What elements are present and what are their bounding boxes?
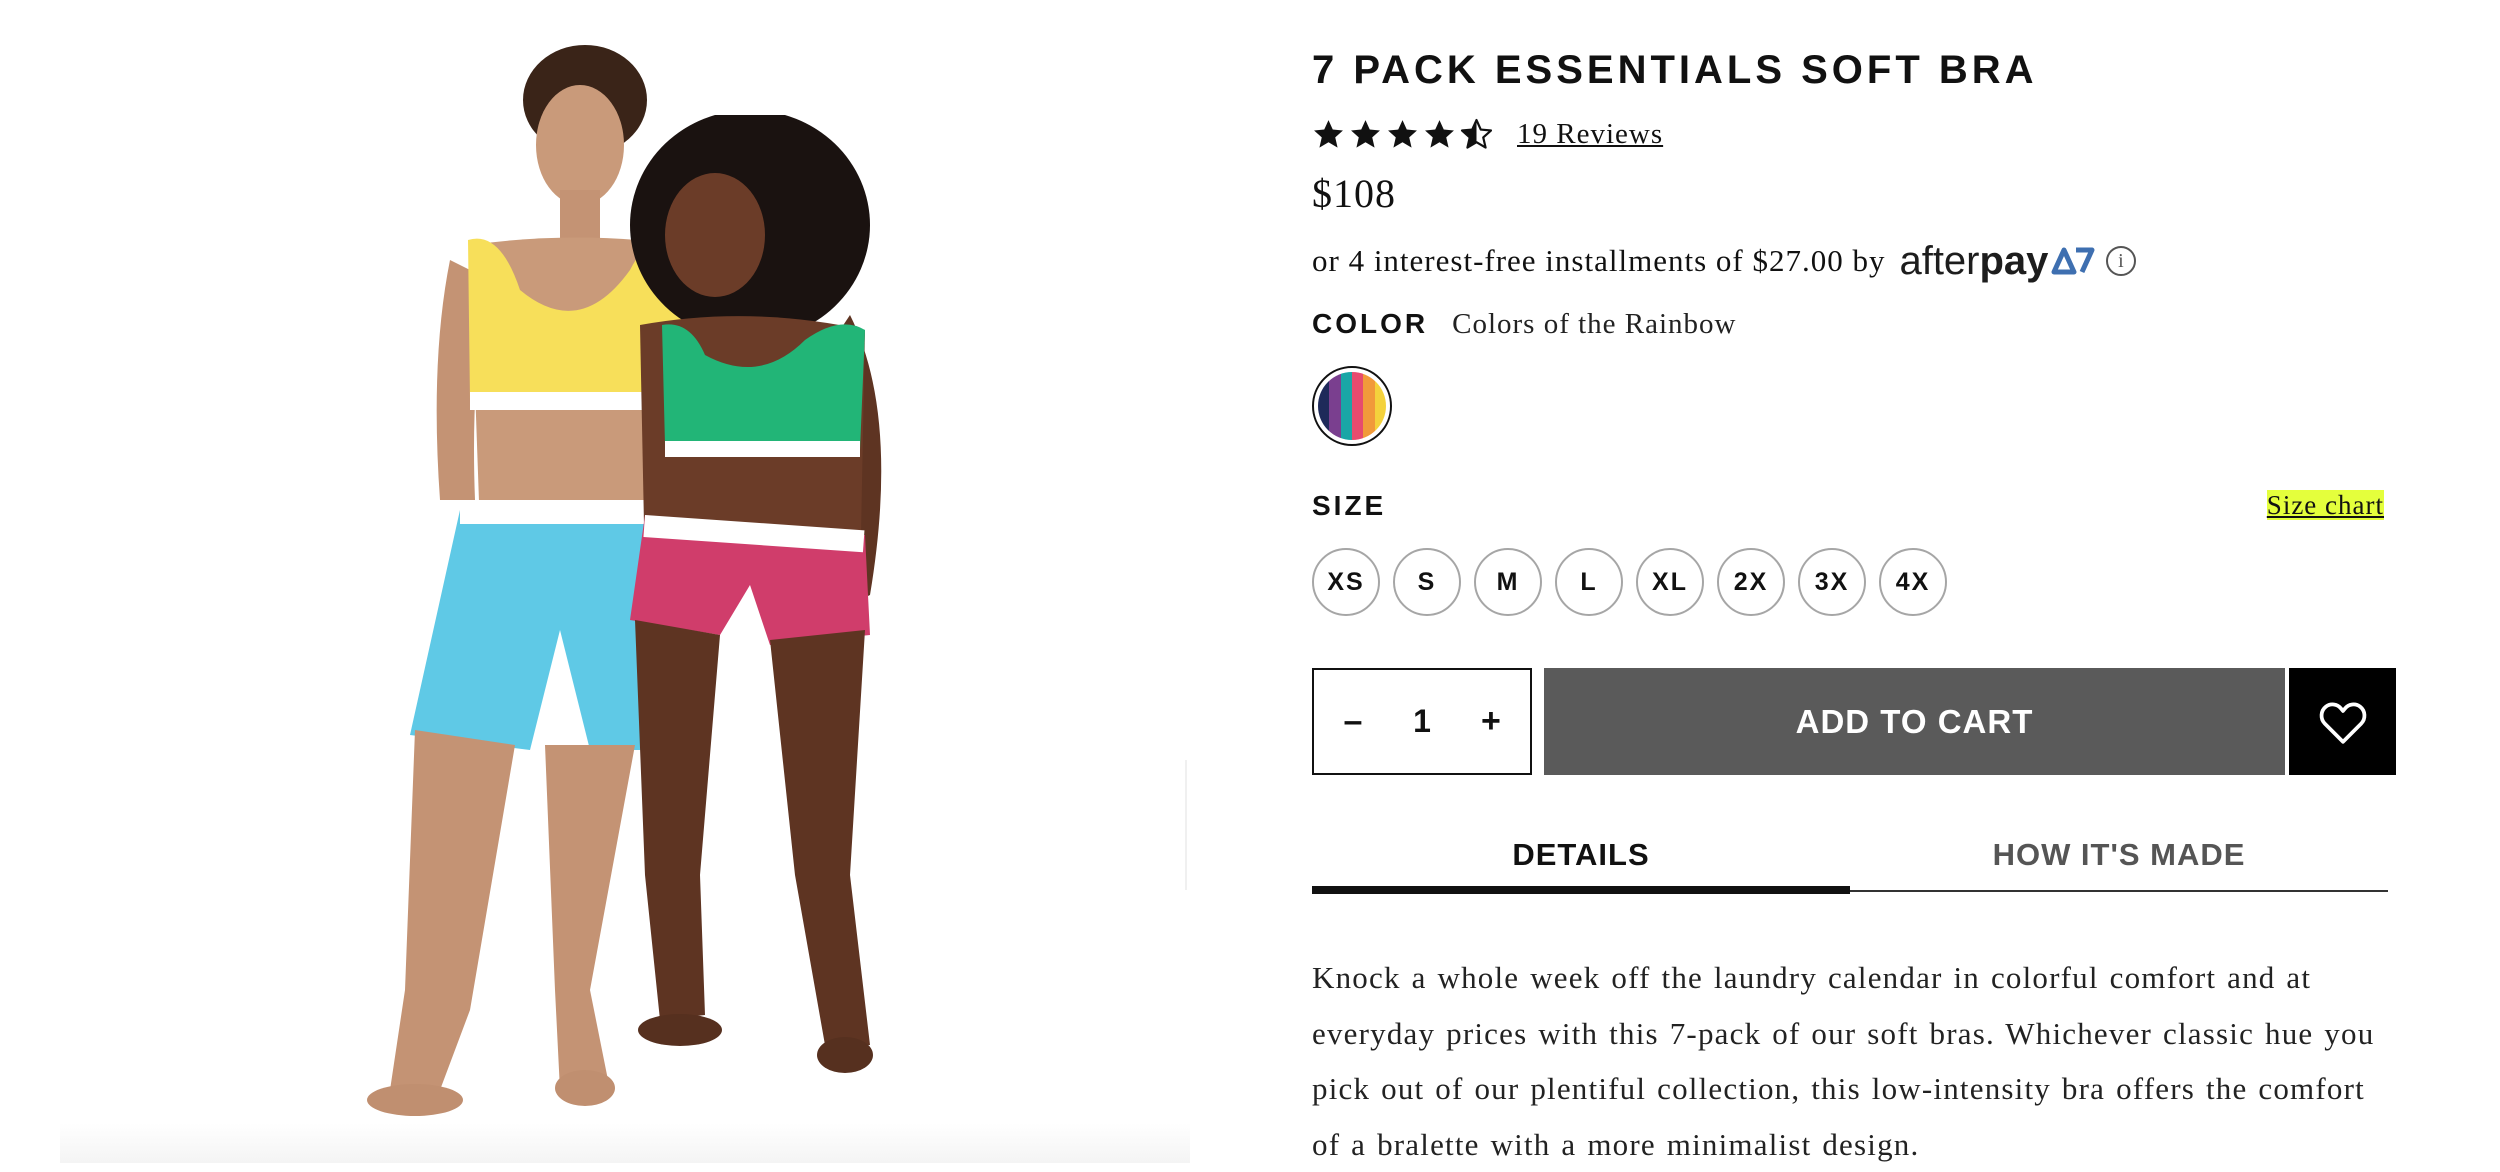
swatch-stripe: [1363, 372, 1375, 440]
size-option-xl[interactable]: XL: [1636, 548, 1704, 616]
product-description: Knock a whole week off the laundry calen…: [1312, 960, 2375, 1162]
quantity-decrease-button[interactable]: –: [1336, 702, 1370, 741]
color-swatch-rainbow[interactable]: [1312, 366, 1392, 446]
color-label: COLOR: [1312, 308, 1429, 339]
size-option-s[interactable]: S: [1393, 548, 1461, 616]
size-options: XS S M L XL 2X 3X 4X: [1312, 548, 1947, 616]
size-option-3x[interactable]: 3X: [1798, 548, 1866, 616]
size-option-l[interactable]: L: [1555, 548, 1623, 616]
star-full-icon: [1351, 119, 1380, 148]
swatch-stripe: [1318, 372, 1330, 440]
star-half-icon: [1460, 118, 1493, 149]
swatch-stripe: [1374, 372, 1386, 440]
quantity-value[interactable]: 1: [1413, 703, 1431, 740]
size-option-2x[interactable]: 2X: [1717, 548, 1785, 616]
product-info-panel: 7 PACK ESSENTIALS SOFT BRA 19 Reviews $1…: [1312, 0, 2396, 1163]
reviews-link[interactable]: 19 Reviews: [1517, 118, 1663, 151]
wishlist-button[interactable]: [2289, 668, 2396, 775]
product-title: 7 PACK ESSENTIALS SOFT BRA: [1312, 48, 2038, 92]
tab-details[interactable]: DETAILS: [1312, 820, 1850, 890]
rating-row: 19 Reviews: [1312, 112, 1663, 156]
size-option-xs[interactable]: XS: [1312, 548, 1380, 616]
afterpay-logo[interactable]: after pay: [1899, 239, 2096, 284]
star-full-icon: [1388, 119, 1417, 148]
product-price: $108: [1312, 171, 1396, 216]
product-image[interactable]: [0, 0, 1190, 1163]
star-full-icon: [1314, 119, 1343, 148]
selected-color-name: Colors of the Rainbow: [1452, 308, 1737, 340]
star-rating: [1312, 118, 1493, 151]
photo-edge: [1185, 760, 1187, 890]
star-full-icon: [1425, 119, 1454, 148]
quantity-increase-button[interactable]: +: [1474, 702, 1508, 741]
info-icon[interactable]: i: [2106, 246, 2137, 276]
swatch-stripes: [1318, 372, 1386, 440]
heart-icon: [2319, 702, 2366, 744]
active-tab-indicator: [1312, 886, 1850, 894]
afterpay-text: or 4 interest-free installments of $27.0…: [1312, 243, 1886, 278]
swatch-stripe: [1329, 372, 1341, 440]
afterpay-message: or 4 interest-free installments of $27.0…: [1312, 236, 2137, 286]
size-chart-link[interactable]: Size chart: [2266, 490, 2384, 520]
afterpay-arrows-icon: [2051, 247, 2095, 275]
quantity-stepper: – 1 +: [1312, 668, 1532, 775]
size-label: SIZE: [1312, 490, 1387, 521]
add-to-cart-button[interactable]: ADD TO CART: [1544, 668, 2285, 775]
size-option-4x[interactable]: 4X: [1879, 548, 1947, 616]
afterpay-logo-pay: pay: [1979, 238, 2049, 283]
afterpay-logo-after: after: [1899, 238, 1980, 283]
color-selector-header: COLOR Colors of the Rainbow: [1312, 308, 1737, 341]
swatch-stripe: [1351, 372, 1364, 440]
model-right-figure: [630, 115, 882, 1073]
product-tabs: DETAILS HOW IT'S MADE: [1312, 820, 2388, 894]
tab-how-its-made[interactable]: HOW IT'S MADE: [1850, 820, 2388, 890]
size-option-m[interactable]: M: [1474, 548, 1542, 616]
swatch-stripe: [1340, 372, 1352, 440]
